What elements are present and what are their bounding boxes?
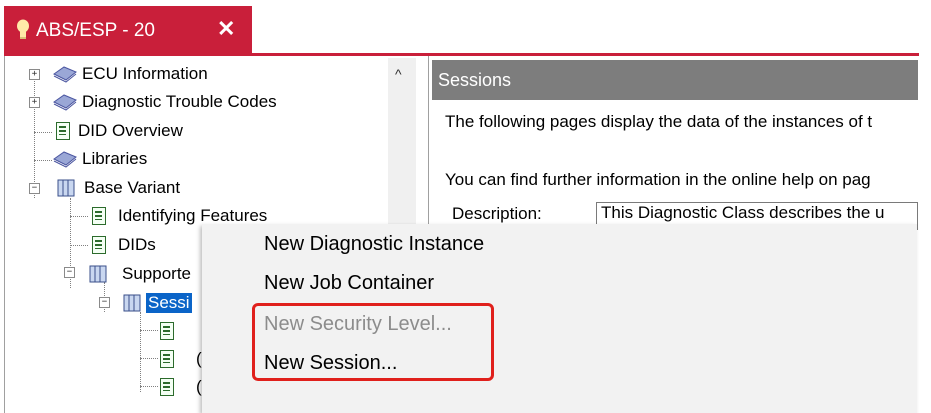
document-icon [160, 322, 174, 340]
description-label: Description: [452, 204, 542, 223]
tree-item-label: Libraries [82, 149, 148, 168]
panel-title: Sessions [438, 69, 512, 90]
tree-item-label: Identifying Features [118, 206, 268, 225]
document-icon [160, 378, 174, 396]
document-icon [160, 350, 174, 368]
tree-item-label: ( [196, 349, 202, 368]
close-icon[interactable]: ✕ [217, 16, 235, 42]
collapse-icon[interactable]: − [29, 183, 40, 194]
document-icon [56, 122, 70, 140]
tab-title: ABS/ESP - 20 [36, 19, 155, 41]
highlight-box [252, 303, 494, 381]
document-icon [92, 236, 106, 254]
tree-item-child[interactable]: ( [160, 346, 202, 372]
lightbulb-icon [16, 19, 30, 47]
tree-item-label: Diagnostic Trouble Codes [82, 92, 277, 111]
document-icon [92, 207, 106, 225]
library-icon [53, 151, 77, 168]
collapse-icon[interactable]: − [64, 267, 75, 278]
right-edge [919, 0, 931, 413]
library-icon [53, 94, 77, 111]
tree-item-child[interactable]: ( [160, 374, 202, 400]
tree-item-diagnostic-trouble-codes[interactable]: Diagnostic Trouble Codes [52, 89, 277, 115]
expand-icon[interactable]: + [29, 97, 40, 108]
tree-item-label: DID Overview [78, 121, 183, 140]
tree-item-label: Sessi [146, 293, 192, 313]
book-icon [123, 294, 141, 312]
tree-item-supported[interactable]: Supporte [88, 261, 191, 287]
menu-item-new-job-container[interactable]: New Job Container [264, 272, 434, 295]
panel-text-line2: You can find further information in the … [445, 170, 871, 189]
document-tab[interactable]: ABS/ESP - 20 ✕ [4, 6, 252, 55]
tree-item-label: Supporte [122, 264, 191, 283]
book-icon [57, 179, 75, 197]
expand-icon[interactable]: + [29, 69, 40, 80]
tree-item-ecu-information[interactable]: ECU Information [52, 61, 208, 87]
book-icon [89, 265, 107, 283]
tree-item-child[interactable] [160, 318, 174, 344]
tree-item-label: ECU Information [82, 64, 208, 83]
tree-item-sessions[interactable]: Sessi [122, 290, 192, 316]
menu-item-new-diagnostic-instance[interactable]: New Diagnostic Instance [264, 233, 484, 256]
collapse-icon[interactable]: − [99, 297, 110, 308]
panel-header: Sessions [432, 60, 918, 100]
chevron-up-icon[interactable]: ^ [395, 66, 402, 82]
tree-item-label: DIDs [118, 235, 156, 254]
tree-item-dids[interactable]: DIDs [92, 232, 156, 258]
tree-item-did-overview[interactable]: DID Overview [56, 118, 183, 144]
panel-text-line1: The following pages display the data of … [445, 112, 873, 131]
tree-item-label: Base Variant [84, 178, 181, 197]
tree-item-base-variant[interactable]: Base Variant [56, 175, 180, 201]
library-icon [53, 66, 77, 83]
tree-item-label: ( [196, 377, 202, 396]
tree-item-libraries[interactable]: Libraries [52, 146, 147, 172]
